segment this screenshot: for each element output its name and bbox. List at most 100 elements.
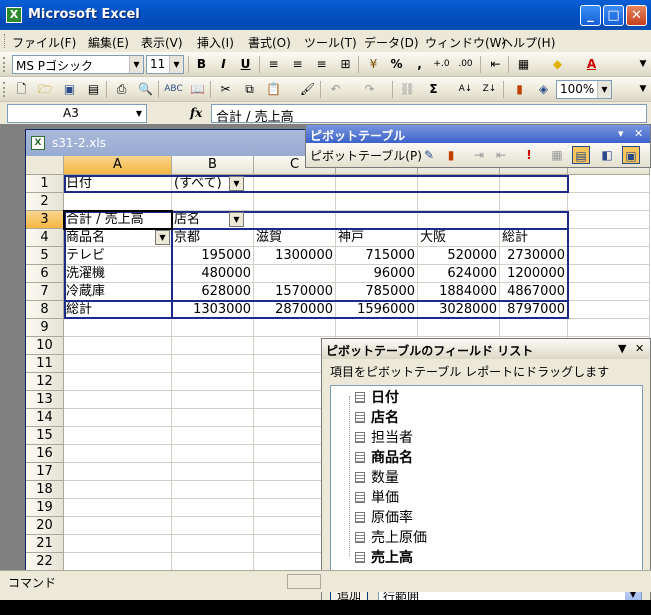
show-field-list-icon[interactable]: ▣ <box>622 146 640 164</box>
maximize-button[interactable]: □ <box>603 5 624 26</box>
row-header-17[interactable]: 17 <box>26 463 64 481</box>
row-header-9[interactable]: 9 <box>26 319 64 337</box>
pivot-table-menu[interactable]: ピボットテーブル(P) <box>310 147 422 164</box>
field-item[interactable]: 売上原価 <box>355 528 427 548</box>
row-header-13[interactable]: 13 <box>26 391 64 409</box>
cell-b10[interactable] <box>172 337 254 355</box>
cell-e8[interactable]: 3028000 <box>418 301 500 319</box>
bold-button[interactable]: B <box>192 56 211 73</box>
cell-a12[interactable] <box>64 373 172 391</box>
cell-a11[interactable] <box>64 355 172 373</box>
cell-c6[interactable] <box>254 265 336 283</box>
cell-b6[interactable]: 480000 <box>172 265 254 283</box>
row-header-15[interactable]: 15 <box>26 427 64 445</box>
field-item[interactable]: 原価率 <box>355 508 413 528</box>
row-header-12[interactable]: 12 <box>26 373 64 391</box>
row-header-19[interactable]: 19 <box>26 499 64 517</box>
cell-d1[interactable] <box>336 175 418 193</box>
redo-icon[interactable]: ↷ <box>360 81 379 98</box>
field-item[interactable]: 単価 <box>355 488 399 508</box>
print-preview-icon[interactable]: 🔍 <box>136 81 155 98</box>
row-header-1[interactable]: 1 <box>26 175 64 193</box>
cell-b20[interactable] <box>172 517 254 535</box>
column-header-b[interactable]: B <box>172 156 254 175</box>
cell-c3[interactable] <box>254 211 336 229</box>
cell-b9[interactable] <box>172 319 254 337</box>
show-detail-icon[interactable]: ⇤ <box>492 146 510 164</box>
cell-a10[interactable] <box>64 337 172 355</box>
column-header-a[interactable]: A <box>64 156 172 175</box>
cell-c9[interactable] <box>254 319 336 337</box>
hyperlink-icon[interactable]: ⛓ <box>398 81 417 98</box>
workbook-icon[interactable]: X <box>31 136 45 150</box>
font-size-combo[interactable]: 11 ▼ <box>146 55 184 74</box>
save-icon[interactable]: ▣ <box>60 81 79 98</box>
chevron-down-icon[interactable]: ▼ <box>169 56 183 73</box>
fill-color-icon[interactable]: ◆ <box>548 56 567 73</box>
research-icon[interactable]: 📖 <box>188 81 207 98</box>
format-painter-icon[interactable]: 🖌 <box>298 81 317 98</box>
increase-decimal-button[interactable]: +.0 <box>432 56 451 73</box>
cell-b21[interactable] <box>172 535 254 553</box>
cell-g2[interactable] <box>568 193 650 211</box>
menu-tools[interactable]: ツール(T) <box>304 34 357 51</box>
chart-wizard-icon[interactable]: ▮ <box>510 81 529 98</box>
field-settings-icon[interactable]: ▤ <box>572 146 590 164</box>
row-header-6[interactable]: 6 <box>26 265 64 283</box>
field-item[interactable]: 商品名 <box>355 448 413 468</box>
menu-file[interactable]: ファイル(F) <box>12 34 76 51</box>
cell-a9[interactable] <box>64 319 172 337</box>
cell-e9[interactable] <box>418 319 500 337</box>
pivot-toolbar-title-bar[interactable]: ピボットテーブル ▾ ✕ <box>306 125 650 143</box>
field-item[interactable]: 店名 <box>355 408 399 428</box>
print-icon[interactable]: ⎙ <box>112 81 131 98</box>
cell-a1[interactable]: 日付 <box>64 175 172 193</box>
row-header-20[interactable]: 20 <box>26 517 64 535</box>
insert-function-icon[interactable]: fx <box>190 106 202 120</box>
open-folder-icon[interactable]: 🗁 <box>36 81 55 98</box>
chevron-down-icon[interactable]: ▼ <box>132 105 146 122</box>
row-header-11[interactable]: 11 <box>26 355 64 373</box>
paste-icon[interactable]: 📋 <box>264 81 283 98</box>
cell-c4[interactable]: 滋賀 <box>254 229 336 247</box>
row-header-3[interactable]: 3 <box>26 211 64 229</box>
chevron-down-icon[interactable]: ▼ <box>129 56 143 73</box>
cell-b16[interactable] <box>172 445 254 463</box>
cell-a13[interactable] <box>64 391 172 409</box>
field-item[interactable]: 売上高 <box>355 548 413 568</box>
cell-a6[interactable]: 洗濯機 <box>64 265 172 283</box>
cell-f2[interactable] <box>500 193 568 211</box>
field-item[interactable]: 日付 <box>355 388 399 408</box>
cell-e1[interactable] <box>418 175 500 193</box>
cell-a15[interactable] <box>64 427 172 445</box>
cell-f6[interactable]: 1200000 <box>500 265 568 283</box>
cell-a17[interactable] <box>64 463 172 481</box>
cell-g8[interactable] <box>568 301 650 319</box>
indent-button[interactable]: ⇤ <box>486 56 505 73</box>
cell-a16[interactable] <box>64 445 172 463</box>
hide-detail-icon[interactable]: ⇥ <box>470 146 488 164</box>
field-item[interactable]: 担当者 <box>355 428 413 448</box>
row-header-8[interactable]: 8 <box>26 301 64 319</box>
cell-a20[interactable] <box>64 517 172 535</box>
currency-button[interactable]: ¥ <box>364 56 383 73</box>
cell-d6[interactable]: 96000 <box>336 265 418 283</box>
menu-data[interactable]: データ(D) <box>364 34 419 51</box>
cell-b18[interactable] <box>172 481 254 499</box>
excel-app-icon[interactable]: X <box>6 7 22 23</box>
formula-input[interactable]: 合計 / 売上高 <box>211 104 647 125</box>
menu-edit[interactable]: 編集(E) <box>88 34 129 51</box>
row-header-21[interactable]: 21 <box>26 535 64 553</box>
cell-d8[interactable]: 1596000 <box>336 301 418 319</box>
cell-c2[interactable] <box>254 193 336 211</box>
cell-g5[interactable] <box>568 247 650 265</box>
cell-a18[interactable] <box>64 481 172 499</box>
borders-button[interactable]: ▦ <box>514 56 533 73</box>
menu-window[interactable]: ウィンドウ(W) <box>425 34 506 51</box>
cell-b15[interactable] <box>172 427 254 445</box>
product-field-dropdown[interactable]: ▼ <box>155 230 170 245</box>
cell-b19[interactable] <box>172 499 254 517</box>
cell-d7[interactable]: 785000 <box>336 283 418 301</box>
menu-grip[interactable] <box>4 34 7 48</box>
cell-g4[interactable] <box>568 229 650 247</box>
